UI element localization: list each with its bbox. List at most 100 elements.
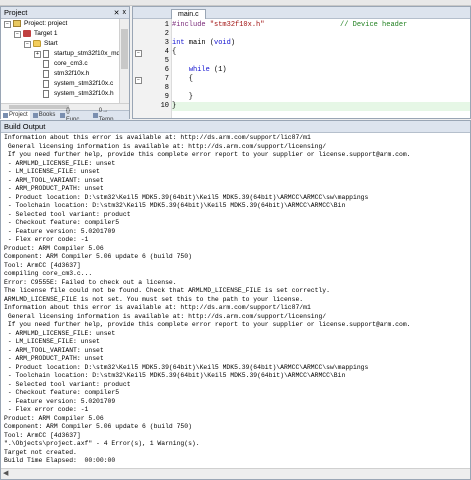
tree-item-label: Target 1 <box>34 30 58 37</box>
build-output-line: - ARM_PRODUCT_PATH: unset <box>4 355 104 362</box>
close-icon[interactable]: x <box>123 9 127 17</box>
line-number: 3 <box>164 39 169 47</box>
tree-item[interactable]: stm32f10x.h <box>1 69 119 79</box>
project-pane: Project ✕ x − Project: project − Target 1− S… <box>0 6 130 123</box>
tab-label: Books <box>38 112 56 118</box>
line-number: 6 <box>164 66 169 74</box>
tab-main-c[interactable]: main.c <box>171 9 206 19</box>
tree-item[interactable]: − Project: project <box>1 19 119 29</box>
tab-project[interactable]: Project <box>1 111 30 120</box>
code-line[interactable]: } <box>172 93 470 102</box>
line-number: 10 <box>160 102 169 110</box>
folder-icon <box>33 40 41 47</box>
build-output-pane: Build Output Information about this erro… <box>0 120 471 480</box>
tree-item-label: core_cm3.c <box>54 60 88 67</box>
build-output-line: - Product location: D:\stm32\Keil5 MDK5.… <box>4 193 369 201</box>
build-output-line: Error: C9555E: Failed to check out a lic… <box>4 278 177 286</box>
tree-item[interactable]: system_stm32f10x.h <box>1 89 119 99</box>
code-line[interactable] <box>172 111 470 120</box>
code-token: #include <box>172 21 210 29</box>
file-icon <box>43 70 49 78</box>
scroll-left-icon[interactable]: ◀ <box>3 469 8 479</box>
project-icon <box>13 20 21 27</box>
tree-vertical-scrollbar[interactable] <box>119 19 129 103</box>
build-output-line: Component: ARM Compiler 5.06 update 6 (b… <box>4 423 192 430</box>
build-output-line: Build Time Elapsed: 00:00:00 <box>4 457 116 464</box>
collapse-icon[interactable]: − <box>14 31 21 38</box>
line-number: 5 <box>164 57 169 65</box>
file-icon <box>43 90 49 98</box>
tab-books[interactable]: Books <box>31 111 58 120</box>
code-line[interactable]: { <box>172 75 470 84</box>
code-line[interactable]: while (1) <box>172 66 470 75</box>
build-output-line: - Toolchain location: D:\stm32\Keil5 MDK… <box>4 372 346 379</box>
file-icon <box>43 50 49 58</box>
code-token: int <box>172 39 185 47</box>
build-output-line: - Checkout feature: compiler5 <box>4 219 120 226</box>
expand-icon[interactable]: + <box>34 51 41 58</box>
build-output-title: Build Output <box>1 121 470 133</box>
tree-item[interactable]: − Start <box>1 39 119 49</box>
tab-func[interactable]: {} Func... <box>58 108 90 123</box>
tree-item-label: startup_stm32f10x_md. <box>54 50 119 57</box>
fold-icon[interactable]: − <box>135 50 142 57</box>
editor-tab-bar: main.c <box>133 7 470 19</box>
code-token: "stm32f10x.h" <box>209 21 265 29</box>
build-output-line: - Checkout feature: compiler5 <box>4 389 120 396</box>
tree-item[interactable]: + startup_stm32f10x_md. <box>1 49 119 59</box>
tree-item[interactable]: system_stm32f10x.c <box>1 79 119 89</box>
code-token: main ( <box>184 39 215 47</box>
code-line[interactable]: int main (void) <box>172 39 470 48</box>
tree-item-label: stm32f10x.h <box>54 70 90 77</box>
project-pane-header: Project ✕ x <box>1 7 129 19</box>
build-output-line: Product: ARM Compiler 5.06 <box>4 244 104 252</box>
build-output-line: ".\Objects\project.axf" - 4 Error(s), 1 … <box>4 440 200 447</box>
line-number: 9 <box>164 93 169 101</box>
code-area[interactable]: #include "stm32f10x.h" // Device header i… <box>172 19 470 118</box>
tree-item-label: system_stm32f10x.c <box>54 80 114 87</box>
build-output-line: - ARM_TOOL_VARIANT: unset <box>4 346 104 354</box>
build-output-line: Component: ARM Compiler 5.06 update 6 (b… <box>4 253 192 260</box>
tree-item[interactable]: − Target 1 <box>1 29 119 39</box>
code-token: { <box>172 48 177 56</box>
code-line[interactable] <box>172 30 470 39</box>
scrollbar-thumb[interactable] <box>9 105 69 109</box>
scrollbar-thumb[interactable] <box>121 29 128 69</box>
code-token: } <box>172 102 177 110</box>
build-output-line: - ARMLMD_LICENSE_FILE: unset <box>4 159 116 167</box>
code-line[interactable] <box>172 57 470 66</box>
tree-item[interactable]: core_cm3.c <box>1 59 119 69</box>
build-output-line: - Selected tool variant: product <box>4 380 131 388</box>
build-output-line: General licensing information is availab… <box>4 312 327 320</box>
build-output-line: compiling core_cm3.c... <box>4 270 93 277</box>
build-output-line: If you need further help, provide this c… <box>4 321 411 328</box>
build-output-horizontal-scrollbar[interactable]: ◀ <box>1 468 470 479</box>
build-output-line: Information about this error is availabl… <box>4 304 311 311</box>
code-token: ) <box>230 39 236 47</box>
file-icon <box>43 80 49 88</box>
tab-icon <box>32 113 38 118</box>
project-tree: − Project: project − Target 1− Start + startup… <box>1 19 119 103</box>
build-output-line: General licensing information is availab… <box>4 142 327 150</box>
code-line[interactable]: { <box>172 48 470 57</box>
build-output-line: - ARMLMD_LICENSE_FILE: unset <box>4 329 116 337</box>
build-output-line: Tool: ArmCC [4d3637] <box>4 431 81 439</box>
collapse-icon[interactable]: − <box>4 21 11 28</box>
line-number: 7 <box>164 75 169 83</box>
pin-icon[interactable]: ✕ <box>114 9 120 17</box>
build-output-line: - ARM_PRODUCT_PATH: unset <box>4 185 104 192</box>
build-output-text[interactable]: Information about this error is availabl… <box>4 134 466 466</box>
collapse-icon[interactable]: − <box>24 41 31 48</box>
line-number: 2 <box>164 30 169 38</box>
build-output-line: - Feature version: 5.0201709 <box>4 397 116 405</box>
code-line[interactable]: } <box>172 102 470 111</box>
fold-icon[interactable]: − <box>135 77 142 84</box>
tab-temp[interactable]: 0→ Temp... <box>91 108 129 123</box>
build-output-line: - LM_LICENSE_FILE: unset <box>4 338 100 345</box>
line-number: 1 <box>164 21 169 29</box>
build-output-line: Target not created. <box>4 448 77 456</box>
code-line[interactable]: #include "stm32f10x.h" // Device header <box>172 21 470 30</box>
code-line[interactable] <box>172 84 470 93</box>
